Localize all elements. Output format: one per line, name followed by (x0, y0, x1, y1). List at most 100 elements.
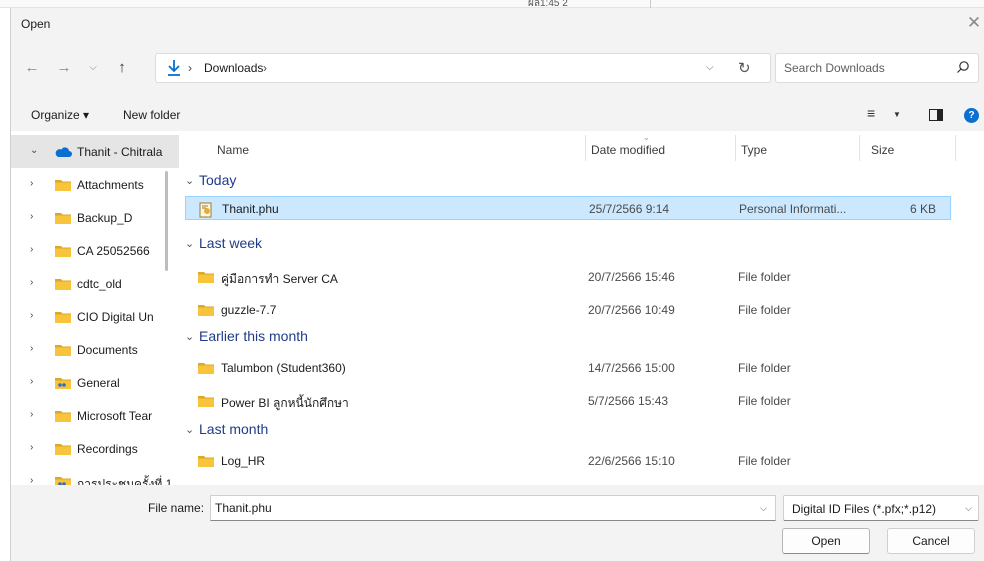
file-row[interactable]: Log_HR 22/6/2566 15:10 File folder (185, 449, 951, 473)
sidebar-item[interactable]: › Recordings (11, 432, 179, 465)
collapse-chevron-icon[interactable]: › (30, 376, 33, 387)
file-type: Personal Informati... (739, 202, 847, 216)
group-collapse-chevron-icon[interactable]: ⌄ (185, 330, 194, 343)
background-window-strip: ผล1:45 2 (0, 0, 984, 9)
file-type-dropdown-icon[interactable]: ⌵ (965, 503, 972, 514)
view-options-dropdown-icon[interactable]: ▼ (893, 110, 901, 119)
collapse-chevron-icon[interactable]: › (30, 310, 33, 321)
up-arrow-icon[interactable]: ↑ (111, 56, 133, 80)
open-file-dialog: Open ✕ ← → ⌵ ↑ › Downloads › ⌵ ↻ Search … (10, 8, 984, 561)
command-toolbar: Organize ▾ New folder ≡ ▼ ? (11, 99, 984, 131)
folder-icon (197, 270, 215, 287)
address-dropdown-icon[interactable]: ⌵ (706, 62, 714, 73)
column-header-name[interactable]: Name (217, 131, 249, 161)
breadcrumb-chevron-icon[interactable]: › (188, 61, 192, 75)
navigation-bar: ← → ⌵ ↑ › Downloads › ⌵ ↻ (11, 41, 984, 99)
group-header-label: Earlier this month (199, 328, 308, 344)
back-arrow-icon[interactable]: ← (21, 56, 43, 80)
group-header[interactable]: ⌄ Last month (179, 421, 959, 445)
folder-icon (54, 310, 72, 327)
file-date-modified: 22/6/2566 15:10 (588, 454, 675, 468)
file-row[interactable]: คู่มือการทำ Server CA 20/7/2566 15:46 File… (185, 265, 951, 289)
column-divider[interactable] (735, 135, 736, 161)
sidebar-item[interactable]: › CIO Digital Un (11, 300, 179, 333)
collapse-chevron-icon[interactable]: › (30, 475, 33, 485)
file-type: File folder (738, 394, 791, 408)
file-date-modified: 25/7/2566 9:14 (589, 202, 670, 216)
breadcrumb-downloads[interactable]: Downloads (204, 61, 263, 75)
group-header-label: Last month (199, 421, 269, 437)
sidebar-item[interactable]: › การประชุมครั้งที่ 1 (11, 465, 179, 485)
file-type: File folder (738, 270, 791, 284)
file-row[interactable]: guzzle-7.7 20/7/2566 10:49 File folder (185, 298, 951, 322)
sidebar-item[interactable]: › Attachments (11, 168, 179, 201)
file-row[interactable]: Talumbon (Student360) 14/7/2566 15:00 File… (185, 356, 951, 380)
file-row[interactable]: Thanit.phu 25/7/2566 9:14 Personal Informa… (185, 196, 951, 220)
column-divider[interactable] (585, 135, 586, 161)
search-input[interactable] (784, 59, 944, 77)
organize-menu-button[interactable]: Organize ▾ (31, 108, 89, 122)
file-size: 6 KB (909, 202, 936, 216)
breadcrumb-chevron-icon[interactable]: › (263, 61, 267, 75)
view-options-icon[interactable]: ≡ (867, 105, 875, 121)
close-icon[interactable]: ✕ (963, 8, 984, 41)
file-type-select[interactable]: Digital ID Files (*.pfx;*.p12) ⌵ (783, 495, 979, 521)
bottom-panel: File name: ⌵ Digital ID Files (*.pfx;*.p… (11, 485, 984, 561)
search-box[interactable] (775, 53, 979, 83)
collapse-chevron-icon[interactable]: › (30, 409, 33, 420)
sidebar-item[interactable]: › General (11, 366, 179, 399)
sidebar-item[interactable]: › Microsoft Tear (11, 399, 179, 432)
collapse-chevron-icon[interactable]: › (30, 244, 33, 255)
folder-icon (197, 303, 215, 320)
recent-locations-chevron-icon[interactable]: ⌵ (82, 56, 104, 80)
file-name-input[interactable] (215, 500, 735, 516)
group-collapse-chevron-icon[interactable]: ⌄ (185, 423, 194, 436)
new-folder-button[interactable]: New folder (123, 108, 180, 122)
file-row[interactable]: Power BI ลูกหนี้นักศึกษา 5/7/2566 15:43 Fi… (185, 389, 951, 413)
collapse-chevron-icon[interactable]: › (30, 343, 33, 354)
file-name-dropdown-icon[interactable]: ⌵ (760, 503, 767, 514)
sidebar-item-label: General (77, 376, 120, 390)
onedrive-cloud-icon (54, 145, 72, 162)
column-header-type[interactable]: Type (741, 131, 767, 161)
folder-icon (54, 277, 72, 294)
download-arrow-icon (168, 60, 180, 76)
help-icon[interactable]: ? (964, 108, 979, 123)
sidebar-item[interactable]: › cdtc_old (11, 267, 179, 300)
collapse-chevron-icon[interactable]: › (30, 277, 33, 288)
collapse-chevron-icon[interactable]: › (30, 211, 33, 222)
forward-arrow-icon[interactable]: → (53, 56, 75, 80)
folder-icon (197, 361, 215, 378)
collapse-chevron-icon[interactable]: › (30, 178, 33, 189)
cancel-button[interactable]: Cancel (887, 528, 975, 554)
expand-chevron-icon[interactable]: ⌄ (30, 145, 38, 156)
group-header[interactable]: ⌄ Earlier this month (179, 328, 959, 352)
group-collapse-chevron-icon[interactable]: ⌄ (185, 237, 194, 250)
group-header[interactable]: ⌄ Today (179, 172, 959, 196)
preview-pane-icon[interactable] (929, 109, 943, 121)
collapse-chevron-icon[interactable]: › (30, 442, 33, 453)
open-button[interactable]: Open (782, 528, 870, 554)
sidebar-item[interactable]: › CA 25052566 (11, 234, 179, 267)
file-name-field[interactable]: ⌵ (210, 495, 776, 521)
sidebar-item[interactable]: › Backup_D (11, 201, 179, 234)
group-collapse-chevron-icon[interactable]: ⌄ (185, 174, 194, 187)
column-header-size[interactable]: Size (871, 131, 894, 161)
search-icon[interactable] (956, 60, 970, 74)
group-header[interactable]: ⌄ Last week (179, 235, 959, 259)
file-name: Log_HR (221, 454, 266, 468)
sidebar-item[interactable]: › Documents (11, 333, 179, 366)
refresh-icon[interactable]: ↻ (738, 59, 751, 77)
group-header-label: Today (199, 172, 237, 188)
column-divider[interactable] (859, 135, 860, 161)
folder-icon (54, 442, 72, 459)
title-bar: Open ✕ (11, 8, 984, 41)
sidebar-item-label: Documents (77, 343, 138, 357)
file-type: File folder (738, 361, 791, 375)
address-bar[interactable]: › Downloads › ⌵ ↻ (155, 53, 771, 83)
sidebar-item-label: Attachments (77, 178, 144, 192)
column-header-date-modified[interactable]: Date modified (591, 131, 665, 161)
sidebar-item[interactable]: ⌄ Thanit - Chitrala (11, 135, 179, 168)
column-divider[interactable] (955, 135, 956, 161)
group-header-label: Last week (199, 235, 263, 251)
